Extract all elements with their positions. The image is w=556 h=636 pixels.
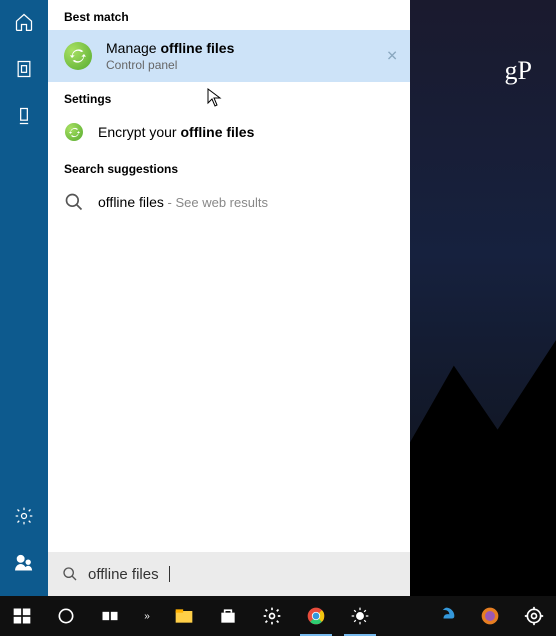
- taskview-button[interactable]: [88, 596, 132, 636]
- taskbar-overflow[interactable]: »: [132, 611, 162, 622]
- watermark: gP: [505, 56, 532, 86]
- section-suggestions: Search suggestions: [48, 152, 410, 182]
- section-best-match: Best match: [48, 0, 410, 30]
- device-icon[interactable]: [14, 106, 34, 131]
- start-button[interactable]: [0, 596, 44, 636]
- search-input-text: offline files: [88, 566, 159, 583]
- search-sidebar: [0, 0, 48, 596]
- text-caret: [169, 566, 170, 582]
- firefox-button[interactable]: [468, 596, 512, 636]
- search-icon: [64, 192, 84, 212]
- settings-gear-icon[interactable]: [14, 506, 34, 531]
- result-title: Manage offline files: [106, 40, 394, 56]
- close-icon[interactable]: ✕: [386, 48, 398, 65]
- cortana-button[interactable]: [44, 596, 88, 636]
- chrome-button[interactable]: [294, 596, 338, 636]
- search-results-panel: Best match Manage offline files Control …: [48, 0, 410, 596]
- result-manage-offline-files[interactable]: Manage offline files Control panel ✕: [48, 30, 410, 82]
- result-title: offline files - See web results: [98, 194, 394, 210]
- taskbar: »: [0, 596, 556, 636]
- target-app-button[interactable]: [512, 596, 556, 636]
- store-button[interactable]: [206, 596, 250, 636]
- file-explorer-button[interactable]: [162, 596, 206, 636]
- home-icon[interactable]: [14, 12, 34, 37]
- result-encrypt-offline-files[interactable]: Encrypt your offline files: [48, 112, 410, 152]
- search-icon: [62, 566, 78, 582]
- sync-icon: [64, 42, 92, 70]
- search-box[interactable]: offline files: [48, 552, 410, 596]
- settings-button[interactable]: [250, 596, 294, 636]
- result-web-offline-files[interactable]: offline files - See web results: [48, 182, 410, 222]
- brightness-button[interactable]: [338, 596, 382, 636]
- edge-button[interactable]: [424, 596, 468, 636]
- sync-icon: [65, 123, 83, 141]
- section-settings: Settings: [48, 82, 410, 112]
- result-title: Encrypt your offline files: [98, 124, 394, 140]
- result-subtitle: Control panel: [106, 58, 394, 72]
- user-icon[interactable]: [14, 553, 34, 578]
- files-icon[interactable]: [14, 59, 34, 84]
